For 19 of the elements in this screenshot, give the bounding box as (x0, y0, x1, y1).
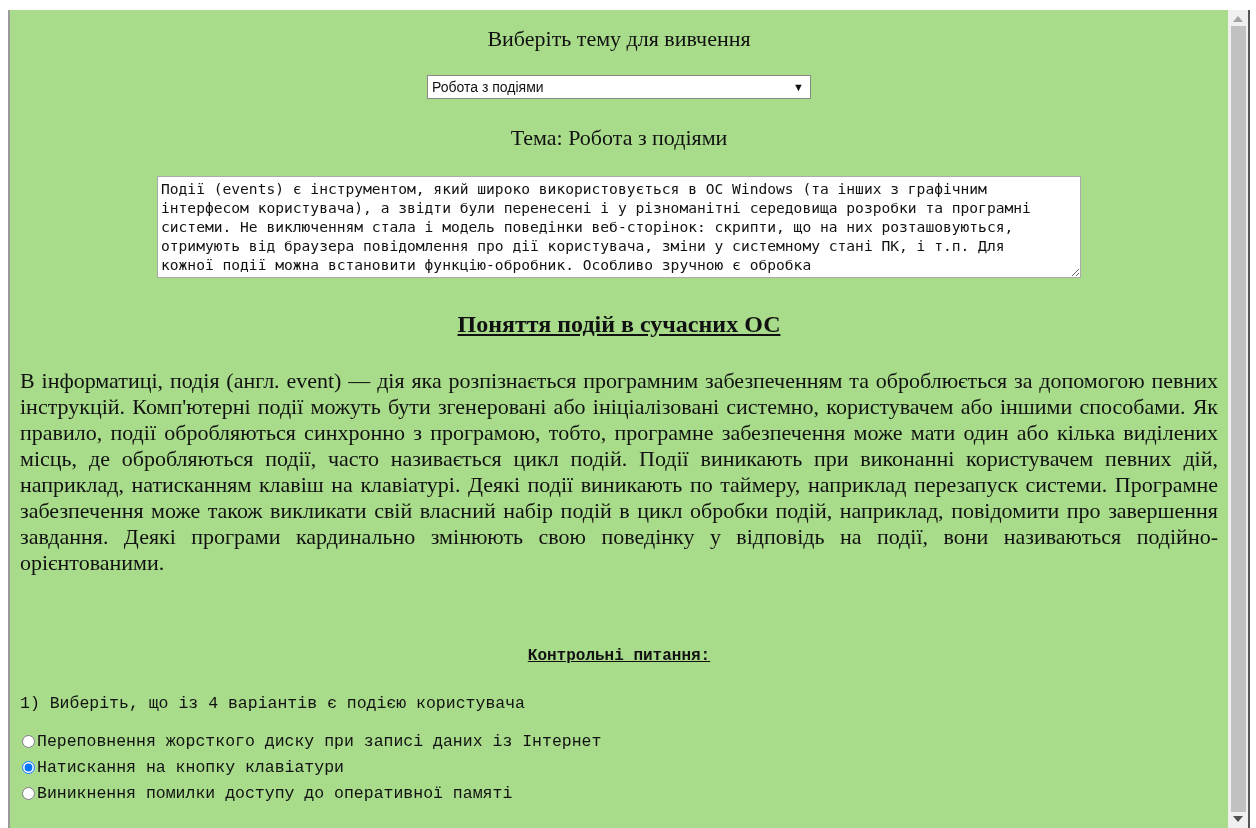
radio-button[interactable] (22, 787, 35, 801)
page-heading: Виберіть тему для вивчення (486, 25, 752, 53)
quiz-title: Контрольні питання: (527, 647, 711, 665)
scroll-up-icon[interactable] (1233, 16, 1243, 22)
scroll-down-icon[interactable] (1233, 816, 1243, 822)
question-text: 1) Виберіть, що із 4 варіантів є подією користувача (20, 693, 526, 715)
radio-button[interactable] (22, 735, 35, 749)
answer-option: Натискання на кнопку клавіатури (37, 754, 344, 781)
scrollbar[interactable] (1228, 10, 1250, 828)
radio-button[interactable] (22, 761, 35, 775)
section-title: Поняття подій в сучасних ОС (457, 311, 781, 337)
answer-option: Виникнення помилки доступу до оперативної памяті (37, 780, 513, 807)
answer-option: Переповнення жорсткого диску при записі даних із Інтернет (37, 728, 602, 755)
topic-title: Тема: Робота з подіями (509, 124, 729, 152)
scrollbar-thumb[interactable] (1230, 26, 1246, 812)
article-paragraph: В інформатиці, подія (англ. event) — дія яка розпізнається програмним забезпеченням та оброблюється за допомогою певних інструкцій. Комп'ютерні події можуть бути згенеровані або ініціалізовані системно, користувачем або іншими способами. Як правило, події обробляються синхронно з програмою, тобто, програмне забезпечення може мати один або кілька виділених місць, де обробляються події, часто називається цикл подій. Події виникають при виконанні користувачем певних дій, наприклад, натисканням клавіш на клавіатурі. Деякі події виникають по таймеру, наприклад перезапуск системи. Програмне забезпечення може також викликати свій власний набір подій в цикл обробки подій, наприклад, повідомити про завершення завдання. Деякі програми кардинально змінюють свою поведінку у відповідь на події, вони називаються подійно-орієнтованими. (20, 368, 1218, 576)
caret-icon: ▼ (793, 78, 804, 96)
topic-text-area[interactable]: Події (events) є інструментом, який широко використовується в ОС Windows (та інших з графічним інтерфесом користувача), а звідти були перенесені і у різноманітні середовища розробки та програмні системи. Не виключенням стала і модель поведінки веб-сторінок: скрипти, що на них розташовуються, отримують від браузера повідомлення про дії користувача, зміни у системному стані ПК, і т.п. Для кожної події можна встановити функцію-обробник. Особливо зручною є обробка (157, 176, 1081, 278)
topic-select[interactable]: Робота з подіями ▼ (427, 75, 811, 99)
